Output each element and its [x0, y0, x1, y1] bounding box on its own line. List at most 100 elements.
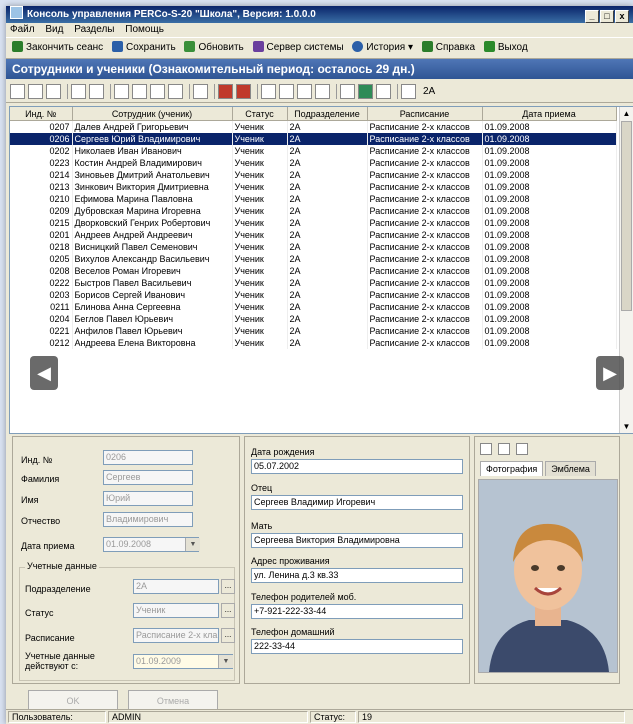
settings-icon[interactable] [401, 84, 416, 99]
status-field[interactable]: Ученик [133, 603, 219, 618]
cancel-button[interactable]: Отмена [128, 690, 218, 710]
system-server-button[interactable]: Сервер системы [252, 38, 344, 58]
table-row[interactable]: 0203 Борисов Сергей Иванович Ученик 2А Распи… [10, 289, 617, 301]
table-row[interactable]: 0204 Беглов Павел Юрьевич Ученик 2А Расписан… [10, 313, 617, 325]
patronymic-field[interactable]: Владимирович [103, 512, 193, 527]
close-button[interactable]: x [615, 10, 629, 23]
delete-icon[interactable] [46, 84, 61, 99]
report-icon[interactable] [297, 84, 312, 99]
help-button[interactable]: Справка [421, 38, 475, 58]
table-row[interactable]: 0218 Висницкий Павел Семенович Ученик 2А Рас… [10, 241, 617, 253]
status-ellipsis-button[interactable]: ... [221, 603, 235, 618]
key-icon[interactable] [315, 84, 330, 99]
menu-sections[interactable]: Разделы [74, 24, 114, 35]
table-row[interactable]: 0208 Веселов Роман Игоревич Ученик 2А Распис… [10, 265, 617, 277]
col-header-hire-date[interactable]: Дата приема [482, 107, 617, 121]
ok-button[interactable]: OK [28, 690, 118, 710]
copy-icon[interactable] [132, 84, 147, 99]
cell-name: Андреев Андрей Андреевич [72, 229, 233, 241]
col-header-schedule[interactable]: Расписание [367, 107, 483, 121]
copy-photo-icon[interactable] [497, 443, 510, 455]
table2-icon[interactable] [279, 84, 294, 99]
scroll-down-icon[interactable]: ▼ [620, 420, 633, 433]
menu-view[interactable]: Вид [45, 24, 63, 35]
lastname-field[interactable]: Сергеев [103, 470, 193, 485]
menu-help[interactable]: Помощь [125, 24, 164, 35]
scroll-up-icon[interactable]: ▲ [620, 107, 633, 120]
table-row[interactable]: 0210 Ефимова Марина Павловна Ученик 2А Распи… [10, 193, 617, 205]
export-icon[interactable] [376, 84, 391, 99]
table-row[interactable]: 0202 Николаев Иван Иванович Ученик 2А Распис… [10, 145, 617, 157]
photo-icon[interactable] [168, 84, 183, 99]
cell-department: 2А [287, 181, 368, 193]
table-row[interactable]: 0206 Сергеев Юрий Владимирович Ученик 2А Рас… [10, 133, 617, 145]
excel-icon[interactable] [358, 84, 373, 99]
address-field[interactable]: ул. Ленина д.3 кв.33 [251, 568, 463, 583]
birth-date-field[interactable]: 05.07.2002 [251, 459, 463, 474]
table-row[interactable]: 0212 Андреева Елена Викторовна Ученик 2А Рас… [10, 337, 617, 349]
tab-emblem[interactable]: Эмблема [545, 461, 596, 476]
edit-icon[interactable] [28, 84, 43, 99]
minimize-button[interactable]: _ [585, 10, 599, 23]
table-row[interactable]: 0209 Дубровская Марина Игоревна Ученик 2А Ра… [10, 205, 617, 217]
grid-icon[interactable] [89, 84, 104, 99]
menu-file[interactable]: Файл [10, 24, 35, 35]
tab-photo[interactable]: Фотография [480, 461, 544, 476]
ind-field[interactable]: 0206 [103, 450, 193, 465]
cell-name: Висницкий Павел Семенович [72, 241, 233, 253]
user-value: ADMIN [108, 711, 308, 723]
exit-button[interactable]: Выход [483, 38, 528, 58]
tools-icon[interactable] [340, 84, 355, 99]
col-header-name[interactable]: Сотрудник (ученик) [72, 107, 233, 121]
mother-field[interactable]: Сергеева Виктория Владимировна [251, 533, 463, 548]
home-phone-field[interactable]: 222-33-44 [251, 639, 463, 654]
col-header-id[interactable]: Инд. № [10, 107, 73, 121]
table-icon[interactable] [261, 84, 276, 99]
save-button[interactable]: Сохранить [111, 38, 176, 58]
table-row[interactable]: 0201 Андреев Андрей Андреевич Ученик 2А Расп… [10, 229, 617, 241]
cell-name: Вихулов Александр Васильевич [72, 253, 233, 265]
father-field[interactable]: Сергеев Владимир Игоревич [251, 495, 463, 510]
table-row[interactable]: 0221 Анфилов Павел Юрьевич Ученик 2А Расписа… [10, 325, 617, 337]
next-arrow-icon[interactable]: ▶ [596, 356, 624, 390]
valid-from-dropdown-icon[interactable]: ▼ [218, 655, 233, 668]
delete-photo-icon[interactable] [515, 443, 528, 455]
load-photo-icon[interactable] [480, 443, 492, 455]
card-red-icon[interactable] [218, 84, 233, 99]
schedule-ellipsis-button[interactable]: ... [221, 628, 235, 643]
department-field[interactable]: 2А [133, 579, 219, 594]
table-row[interactable]: 0211 Блинова Анна Сергеевна Ученик 2А Распис… [10, 301, 617, 313]
prev-arrow-icon[interactable]: ◀ [30, 356, 58, 390]
scroll-thumb[interactable] [621, 121, 632, 311]
firstname-field[interactable]: Юрий [103, 491, 193, 506]
card-add-icon[interactable] [236, 84, 251, 99]
cell-hire-date: 01.09.2008 [482, 337, 617, 349]
table-row[interactable]: 0214 Зиновьев Дмитрий Анатольевич Ученик 2А… [10, 169, 617, 181]
table-row[interactable]: 0207 Далев Андрей Григорьевич Ученик 2А Расп… [10, 120, 617, 133]
table-row[interactable]: 0223 Костин Андрей Владимирович Ученик 2А Ра… [10, 157, 617, 169]
add-icon[interactable] [10, 84, 25, 99]
filter-icon[interactable] [71, 84, 86, 99]
department-ellipsis-button[interactable]: ... [221, 579, 235, 594]
table-row[interactable]: 0215 Дворковский Генрих Робертович Ученик 2… [10, 217, 617, 229]
cell-department: 2А [287, 301, 368, 313]
cell-id: 0221 [10, 325, 73, 337]
parents-phone-field[interactable]: +7-921-222-33-44 [251, 604, 463, 619]
maximize-button[interactable]: □ [600, 10, 614, 23]
table-row[interactable]: 0213 Зинкович Виктория Дмитриевна Ученик 2А… [10, 181, 617, 193]
binoculars-icon[interactable] [114, 84, 129, 99]
edit-card-icon[interactable] [150, 84, 165, 99]
table-row[interactable]: 0205 Вихулов Александр Васильевич Ученик 2А… [10, 253, 617, 265]
user-label: Пользователь: [8, 711, 106, 723]
history-button[interactable]: История ▾ [352, 38, 413, 58]
end-session-button[interactable]: Закончить сеанс [12, 38, 103, 58]
cell-schedule: Расписание 2-х классов [367, 157, 483, 169]
refresh-button[interactable]: Обновить [184, 38, 244, 58]
hire-date-dropdown-icon[interactable]: ▼ [185, 538, 200, 551]
col-header-status[interactable]: Статус [232, 107, 288, 121]
table-row[interactable]: 0222 Быстров Павел Васильевич Ученик 2А Расп… [10, 277, 617, 289]
col-header-department[interactable]: Подразделение [287, 107, 368, 121]
schedule-field[interactable]: Расписание 2-х кла [133, 628, 219, 643]
print-icon[interactable] [193, 84, 208, 99]
cell-department: 2А [287, 289, 368, 301]
